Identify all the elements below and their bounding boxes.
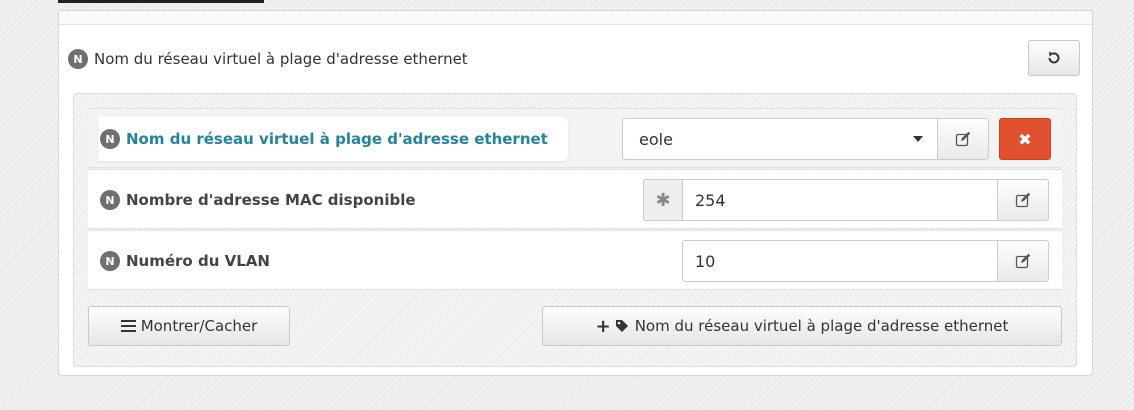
reset-icon <box>1048 51 1060 64</box>
edit-button[interactable] <box>997 179 1049 221</box>
n-badge-icon: N <box>100 251 120 271</box>
section-title-label: Nom du réseau virtuel à plage d'adresse … <box>94 50 468 68</box>
vlan-field[interactable] <box>682 240 998 282</box>
toggle-visibility-button[interactable]: Montrer/Cacher <box>88 306 290 346</box>
group-fieldset: N Nom du réseau virtuel à plage d'adress… <box>73 93 1077 367</box>
row-network-name: N Nom du réseau virtuel à plage d'adress… <box>88 108 1062 168</box>
row-mac-count: N Nombre d'adresse MAC disponible ✱ <box>88 169 1062 229</box>
row-label-network-name: N Nom du réseau virtuel à plage d'adress… <box>98 117 568 161</box>
n-badge-icon: N <box>68 49 88 69</box>
edit-icon <box>1015 253 1031 269</box>
row-label-text: Nombre d'adresse MAC disponible <box>126 191 416 209</box>
toggle-visibility-label: Montrer/Cacher <box>140 317 258 335</box>
caret-down-icon <box>913 136 923 142</box>
panel-top-strip <box>59 11 1092 25</box>
edit-icon <box>1015 192 1031 208</box>
row-label-mac-count: N Nombre d'adresse MAC disponible <box>100 170 416 230</box>
section-title: N Nom du réseau virtuel à plage d'adress… <box>68 47 468 71</box>
row-label-text: Numéro du VLAN <box>126 252 270 270</box>
tag-icon <box>615 320 628 332</box>
row-vlan: N Numéro du VLAN <box>88 230 1062 290</box>
vlan-input-group <box>682 240 1049 282</box>
add-network-label: Nom du réseau virtuel à plage d'adresse … <box>634 317 1009 335</box>
edit-button[interactable] <box>937 118 989 160</box>
mac-count-input-group: ✱ <box>643 179 1049 221</box>
active-tab-indicator <box>58 0 264 3</box>
row-label-text: Nom du réseau virtuel à plage d'adresse … <box>126 130 548 148</box>
network-name-input-group: eole ✖ <box>622 118 1051 160</box>
reset-button[interactable] <box>1028 40 1080 76</box>
menu-icon <box>120 320 136 332</box>
add-network-button[interactable]: + Nom du réseau virtuel à plage d'adress… <box>542 306 1062 346</box>
n-badge-icon: N <box>100 129 120 149</box>
close-icon: ✖ <box>1018 129 1032 149</box>
asterisk-icon: ✱ <box>643 179 683 221</box>
edit-icon <box>955 131 971 147</box>
select-value: eole <box>639 129 673 149</box>
mac-count-field[interactable] <box>682 179 998 221</box>
n-badge-icon: N <box>100 190 120 210</box>
edit-button[interactable] <box>997 240 1049 282</box>
variable-panel: N Nom du réseau virtuel à plage d'adress… <box>58 10 1093 376</box>
row-label-vlan: N Numéro du VLAN <box>100 231 270 291</box>
delete-button[interactable]: ✖ <box>999 118 1051 160</box>
network-name-select[interactable]: eole <box>622 118 938 160</box>
plus-icon: + <box>595 315 611 337</box>
